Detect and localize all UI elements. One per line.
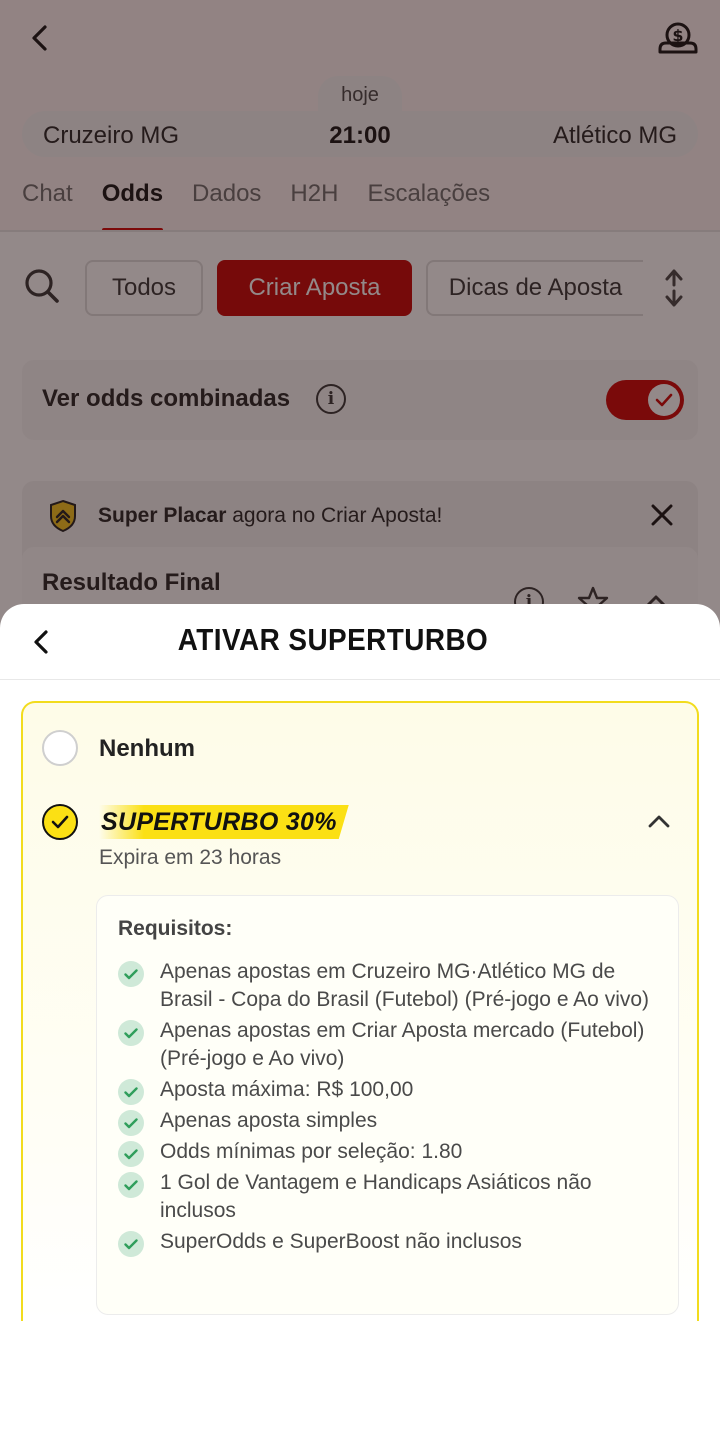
requirement-item: Apenas apostas em Cruzeiro MG·Atlético M… xyxy=(118,958,658,1014)
check-icon xyxy=(118,1172,144,1198)
chevron-up-icon[interactable] xyxy=(645,809,673,833)
requirement-item: Apenas aposta simples xyxy=(118,1107,658,1136)
requirement-text: SuperOdds e SuperBoost não inclusos xyxy=(160,1230,522,1253)
check-icon xyxy=(118,1110,144,1136)
requirement-text: Odds mínimas por seleção: 1.80 xyxy=(160,1140,463,1163)
check-icon xyxy=(118,961,144,987)
requirement-item: Odds mínimas por seleção: 1.80 xyxy=(118,1138,658,1167)
check-icon xyxy=(118,1079,144,1105)
requirement-item: 1 Gol de Vantagem e Handicaps Asiáticos … xyxy=(118,1169,658,1225)
superturbo-label: SUPERTURBO 30% xyxy=(101,808,337,836)
requirement-text: Apenas apostas em Cruzeiro MG·Atlético M… xyxy=(160,960,650,1011)
requirement-item: Apenas apostas em Criar Aposta mercado (… xyxy=(118,1017,658,1073)
check-icon xyxy=(118,1141,144,1167)
requirement-item: SuperOdds e SuperBoost não inclusos xyxy=(118,1228,658,1257)
requirement-text: 1 Gol de Vantagem e Handicaps Asiáticos … xyxy=(160,1171,592,1222)
superturbo-badge[interactable]: SUPERTURBO 30% xyxy=(99,805,349,839)
requirement-text: Apenas apostas em Criar Aposta mercado (… xyxy=(160,1019,645,1070)
check-icon xyxy=(118,1231,144,1257)
option-superturbo-radio[interactable] xyxy=(42,804,78,840)
requirements-box: Requisitos: Apenas apostas em Cruzeiro M… xyxy=(96,895,679,1315)
sheet-title: ATIVAR SUPERTURBO xyxy=(177,622,489,657)
option-none-label[interactable]: Nenhum xyxy=(99,735,195,763)
check-icon xyxy=(118,1020,144,1046)
requirements-title: Requisitos: xyxy=(118,917,233,940)
requirements-list: Apenas apostas em Cruzeiro MG·Atlético M… xyxy=(118,958,658,1259)
requirement-item: Aposta máxima: R$ 100,00 xyxy=(118,1076,658,1105)
requirement-text: Apenas aposta simples xyxy=(160,1109,378,1132)
sheet-header: ATIVAR SUPERTURBO xyxy=(0,604,720,680)
superturbo-sheet: ATIVAR SUPERTURBO Nenhum SUPERTURBO 30% … xyxy=(0,604,720,1444)
check-icon xyxy=(51,815,69,829)
option-none-radio[interactable] xyxy=(42,730,78,766)
superturbo-expiry: Expira em 23 horas xyxy=(99,846,282,869)
superturbo-options-card: Nenhum SUPERTURBO 30% Expira em 23 horas… xyxy=(21,701,699,1321)
requirement-text: Aposta máxima: R$ 100,00 xyxy=(160,1078,414,1101)
